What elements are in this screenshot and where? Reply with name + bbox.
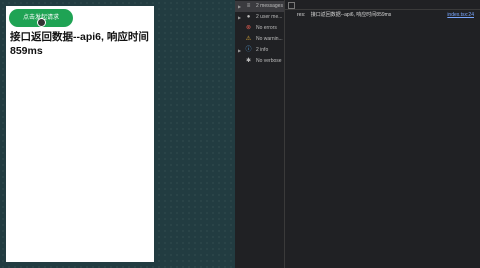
bug-icon: ✱	[245, 58, 252, 64]
sidebar-item-verbose[interactable]: ✱ No verbose	[235, 56, 284, 67]
devtools-console: ▶ ≡ 2 messages ▶ ● 2 user me... ⊗ No err…	[235, 0, 480, 268]
chevron-right-icon[interactable]: ▶	[238, 12, 243, 20]
filter-checkbox[interactable]	[288, 2, 295, 9]
chevron-right-icon[interactable]: ▶	[238, 1, 243, 9]
console-sidebar: ▶ ≡ 2 messages ▶ ● 2 user me... ⊗ No err…	[235, 0, 285, 268]
console-toolbar	[284, 0, 480, 10]
sidebar-item-info[interactable]: ▶ ⓘ 2 info	[235, 45, 284, 56]
console-log-row: res: 接口返回数据--api6, 响应时间859ms index.tsx:2…	[284, 10, 480, 21]
log-source-link[interactable]: index.tsx:24	[447, 10, 474, 21]
info-icon: ⓘ	[245, 47, 252, 53]
cursor-icon	[37, 18, 46, 27]
mobile-preview: 点击发起请求 接口返回数据--api6, 响应时间859ms	[6, 6, 154, 262]
sidebar-item-warnings[interactable]: ⚠ No warnin...	[235, 34, 284, 45]
log-message: 接口返回数据--api6, 响应时间859ms	[310, 12, 392, 18]
error-icon: ⊗	[245, 25, 252, 31]
sidebar-item-messages[interactable]: ▶ ≡ 2 messages	[235, 1, 284, 12]
user-icon: ●	[246, 14, 251, 20]
sidebar-item-errors[interactable]: ⊗ No errors	[235, 23, 284, 34]
list-icon: ≡	[246, 3, 251, 9]
response-text: 接口返回数据--api6, 响应时间859ms	[10, 31, 149, 57]
chevron-right-icon[interactable]: ▶	[238, 45, 243, 53]
sidebar-item-user-messages[interactable]: ▶ ● 2 user me...	[235, 12, 284, 23]
log-prefix: res:	[297, 12, 306, 18]
warning-icon: ⚠	[245, 36, 252, 42]
